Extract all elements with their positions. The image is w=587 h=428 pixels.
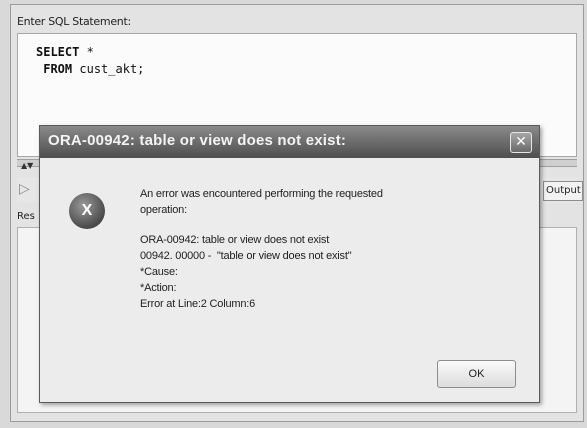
detail-line: 00942. 00000 - "table or view does not e… bbox=[140, 250, 352, 262]
message-line: An error was encountered performing the … bbox=[140, 188, 383, 200]
sql-keyword-select: SELECT bbox=[36, 45, 80, 59]
editor-label: Enter SQL Statement: bbox=[17, 15, 131, 28]
message-gap bbox=[140, 218, 470, 232]
results-label: Res bbox=[17, 211, 35, 222]
close-button[interactable]: ✕ bbox=[510, 132, 532, 153]
sql-keyword-from: FROM bbox=[43, 62, 73, 76]
detail-line: *Cause: bbox=[140, 266, 178, 278]
detail-line: Error at Line:2 Column:6 bbox=[140, 298, 256, 310]
sql-select-rest: * bbox=[79, 45, 94, 59]
run-icon[interactable]: ▷ bbox=[19, 181, 30, 197]
detail-line: ORA-00942: table or view does not exist bbox=[140, 234, 330, 246]
ok-button[interactable]: OK bbox=[437, 360, 516, 388]
sql-code: SELECT * FROM cust_akt; bbox=[36, 44, 144, 78]
error-icon: X bbox=[69, 193, 105, 229]
tab-output[interactable]: Output bbox=[543, 181, 583, 201]
collapse-arrow-icon[interactable]: ▲▼ bbox=[21, 161, 33, 170]
sql-from-rest: cust_akt; bbox=[72, 62, 145, 76]
dialog-title: ORA-00942: table or view does not exist: bbox=[48, 132, 347, 149]
detail-line: *Action: bbox=[140, 282, 177, 294]
error-dialog: ORA-00942: table or view does not exist:… bbox=[39, 125, 540, 403]
message-line: operation: bbox=[140, 204, 187, 216]
error-message: An error was encountered performing the … bbox=[140, 186, 470, 312]
dialog-titlebar[interactable]: ORA-00942: table or view does not exist:… bbox=[40, 126, 539, 158]
